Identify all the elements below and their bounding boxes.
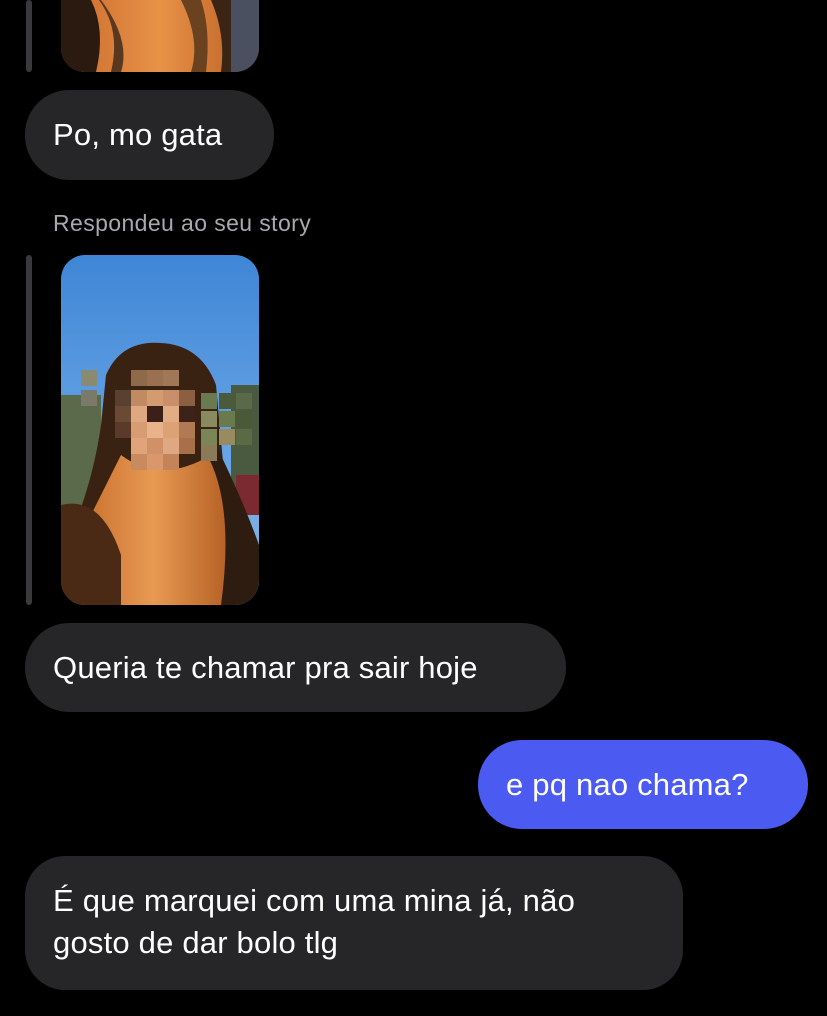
message-bubble-received[interactable]: Po, mo gata <box>25 90 274 180</box>
message-text-line: gosto de dar bolo tlg <box>53 925 339 960</box>
story-image-icon <box>61 255 259 605</box>
message-text: Queria te chamar pra sair hoje <box>53 649 478 685</box>
message-bubble-received[interactable]: Queria te chamar pra sair hoje <box>25 623 566 712</box>
message-bubble-sent[interactable]: e pq nao chama? <box>478 740 808 829</box>
message-text-line: É que marquei com uma mina já, não <box>53 883 576 918</box>
message-text: e pq nao chama? <box>506 766 749 802</box>
story-image-icon <box>61 0 259 72</box>
story-reply-label: Respondeu ao seu story <box>53 210 312 236</box>
story-thumbnail-top[interactable] <box>61 0 259 72</box>
story-reply-bar <box>26 255 32 605</box>
message-bubble-received[interactable]: É que marquei com uma mina já, não gosto… <box>25 856 683 990</box>
story-thumbnail[interactable] <box>61 255 259 605</box>
message-text: Po, mo gata <box>53 117 223 152</box>
story-reply-bar <box>26 0 32 72</box>
